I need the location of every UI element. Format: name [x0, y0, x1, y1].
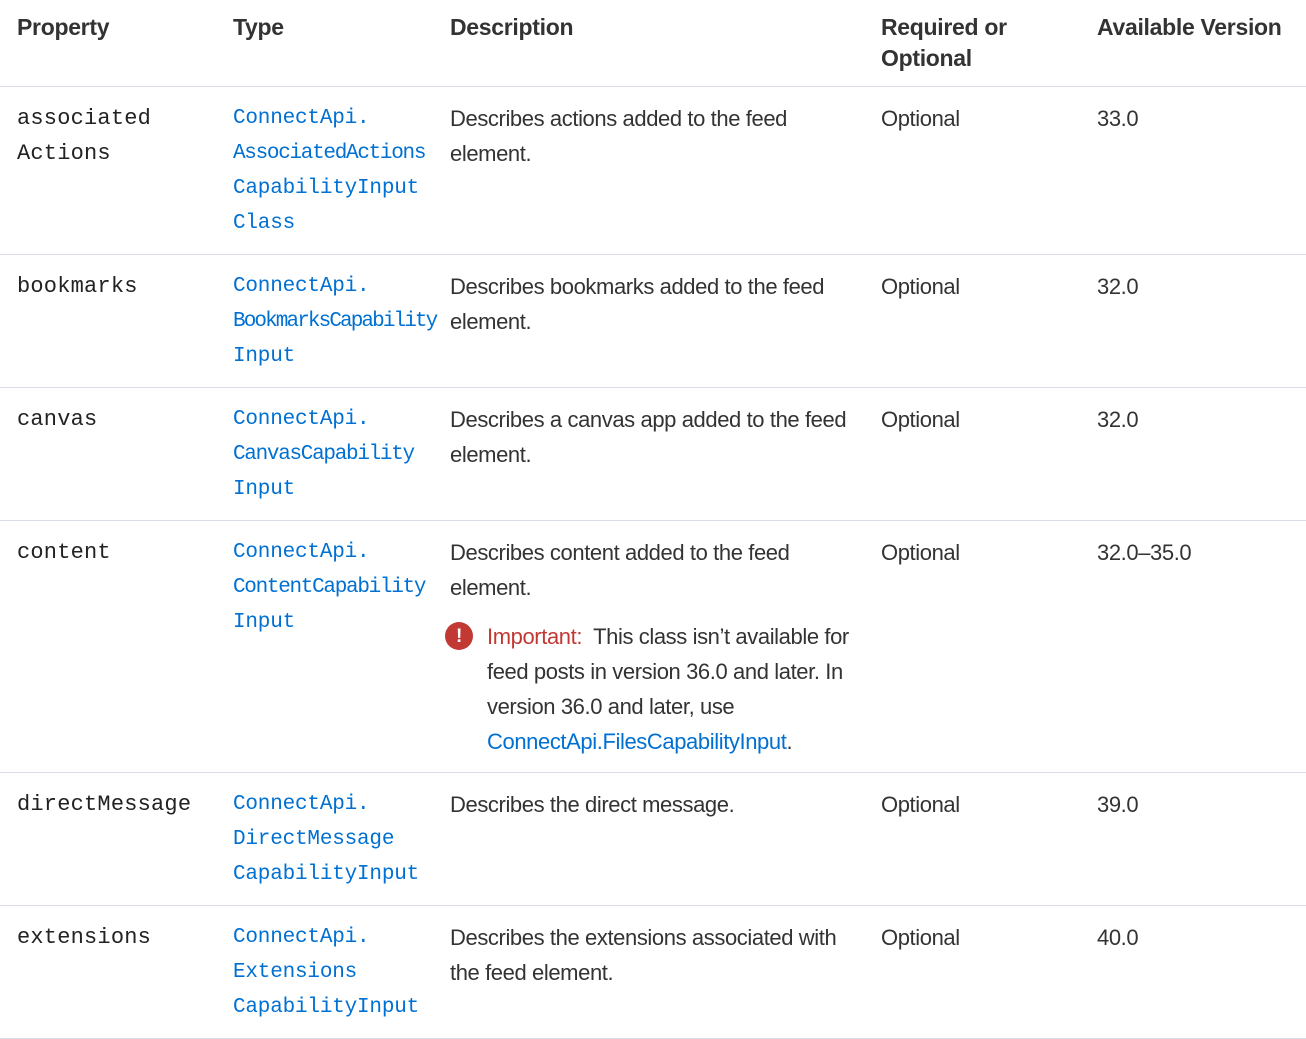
property-table: Property Type Description Required or Opt…: [0, 0, 1306, 1039]
version-cell: 32.0–35.0: [1080, 520, 1306, 773]
required-cell: Optional: [864, 520, 1080, 773]
important-note: ! Important: This class isn’t available …: [445, 619, 858, 759]
type-link-line2[interactable]: CanvasCapability: [233, 437, 427, 472]
type-link-line3[interactable]: CapabilityInput: [233, 857, 427, 892]
type-link-line3[interactable]: Input: [233, 339, 427, 374]
property-name-line2: Actions: [17, 141, 111, 166]
version-cell: 32.0: [1080, 254, 1306, 388]
required-cell: Optional: [864, 86, 1080, 255]
header-version: Available Version: [1080, 0, 1306, 87]
property-cell: associated Actions: [0, 86, 216, 255]
description-text: Describes content added to the feed elem…: [450, 540, 790, 600]
table-row: associated Actions ConnectApi. Associated…: [0, 86, 1306, 255]
description-cell: Describes content added to the feed elem…: [433, 520, 864, 773]
description-cell: Describes a canvas app added to the feed…: [433, 387, 864, 521]
description-cell: Describes the extensions associated with…: [433, 905, 864, 1039]
type-link-line3[interactable]: Input: [233, 472, 427, 507]
important-alert-icon: !: [445, 622, 473, 650]
header-property: Property: [0, 0, 216, 87]
property-cell: extensions: [0, 905, 216, 1039]
type-link-line2[interactable]: AssociatedActions: [233, 136, 427, 171]
property-cell: canvas: [0, 387, 216, 521]
version-cell: 39.0: [1080, 772, 1306, 906]
type-link-line3[interactable]: CapabilityInput: [233, 171, 427, 206]
type-link-line1[interactable]: ConnectApi.: [233, 787, 427, 822]
header-required-line1: Required or: [881, 14, 1007, 40]
table-row: directMessage ConnectApi. DirectMessage …: [0, 772, 1306, 906]
table-header-row: Property Type Description Required or Opt…: [0, 0, 1306, 87]
table-row: canvas ConnectApi. CanvasCapability Inpu…: [0, 387, 1306, 521]
table-row: bookmarks ConnectApi. BookmarksCapabilit…: [0, 254, 1306, 388]
type-link-line1[interactable]: ConnectApi.: [233, 920, 427, 955]
header-description: Description: [433, 0, 864, 87]
header-required: Required or Optional: [864, 0, 1080, 87]
type-link-line2[interactable]: DirectMessage: [233, 822, 427, 857]
important-label: Important:: [487, 624, 583, 649]
important-note-body: Important: This class isn’t available fo…: [487, 619, 858, 759]
type-cell: ConnectApi. BookmarksCapability Input: [216, 254, 438, 388]
required-cell: Optional: [864, 905, 1080, 1039]
type-link-line3[interactable]: Input: [233, 605, 427, 640]
version-cell: 33.0: [1080, 86, 1306, 255]
version-cell: 32.0: [1080, 387, 1306, 521]
important-after: .: [786, 729, 793, 754]
table-row: content ConnectApi. ContentCapability In…: [0, 520, 1306, 773]
type-link-line1[interactable]: ConnectApi.: [233, 101, 427, 136]
type-link-line4[interactable]: Class: [233, 206, 427, 241]
header-required-line2: Optional: [881, 45, 972, 71]
property-name-line1: associated: [17, 106, 152, 131]
type-cell: ConnectApi. ContentCapability Input: [216, 520, 433, 773]
type-link-line2[interactable]: Extensions: [233, 955, 427, 990]
type-link-line2[interactable]: BookmarksCapability: [233, 304, 438, 339]
property-cell: content: [0, 520, 216, 773]
type-cell: ConnectApi. AssociatedActions Capability…: [216, 86, 433, 255]
type-link-line1[interactable]: ConnectApi.: [233, 402, 427, 437]
type-cell: ConnectApi. DirectMessage CapabilityInpu…: [216, 772, 433, 906]
type-link-line3[interactable]: CapabilityInput: [233, 990, 427, 1025]
description-cell: Describes actions added to the feed elem…: [433, 86, 864, 255]
type-cell: ConnectApi. CanvasCapability Input: [216, 387, 433, 521]
files-capability-input-link[interactable]: ConnectApi.FilesCapabilityInput: [487, 729, 787, 754]
type-link-line1[interactable]: ConnectApi.: [233, 269, 427, 304]
description-cell: Describes the direct message.: [433, 772, 864, 906]
description-cell: Describes bookmarks added to the feed el…: [433, 254, 864, 388]
property-cell: directMessage: [0, 772, 216, 906]
type-cell: ConnectApi. Extensions CapabilityInput: [216, 905, 433, 1039]
table-row: extensions ConnectApi. Extensions Capabi…: [0, 905, 1306, 1039]
property-cell: bookmarks: [0, 254, 216, 388]
type-link-line2[interactable]: ContentCapability: [233, 570, 427, 605]
version-cell: 40.0: [1080, 905, 1306, 1039]
header-type: Type: [216, 0, 433, 87]
required-cell: Optional: [864, 254, 1080, 388]
type-link-line1[interactable]: ConnectApi.: [233, 535, 427, 570]
property-table-container: Property Type Description Required or Opt…: [0, 0, 1306, 1039]
required-cell: Optional: [864, 387, 1080, 521]
required-cell: Optional: [864, 772, 1080, 906]
